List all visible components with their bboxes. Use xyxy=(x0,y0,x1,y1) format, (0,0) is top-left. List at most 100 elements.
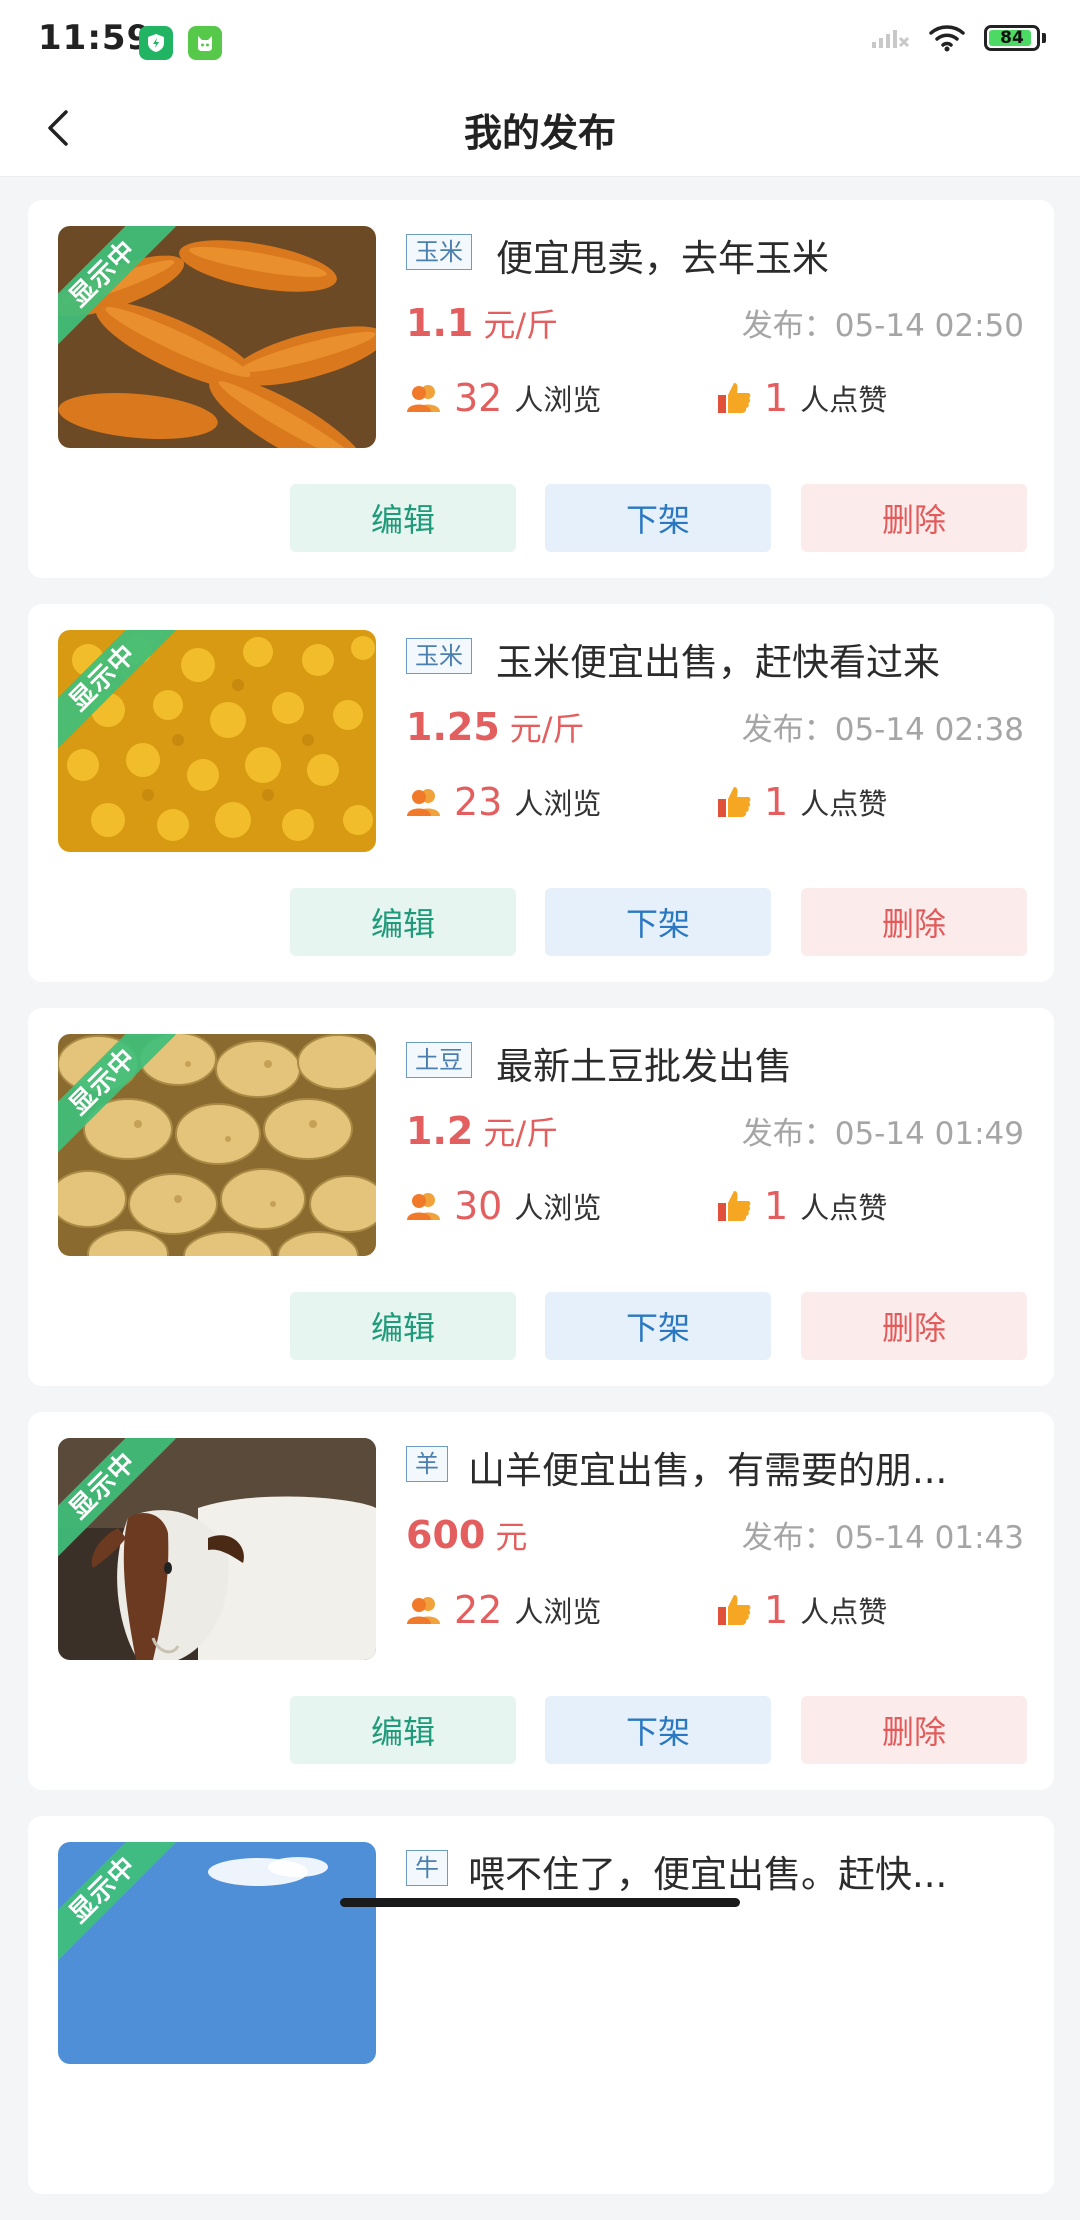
price-unit: 元/斤 xyxy=(509,710,585,748)
category-tag: 玉米 xyxy=(406,638,472,674)
listing-image-corn-ears: 显示中 xyxy=(58,226,376,448)
views-label: 人浏览 xyxy=(514,1595,602,1629)
views-count: 32 xyxy=(454,376,503,420)
listing-price: 1.1 元/斤 xyxy=(406,300,558,346)
listing-title: 山羊便宜出售，有需要的朋... xyxy=(468,1449,948,1492)
listing-card[interactable]: 显示中 玉米 便宜甩卖，去年玉米 1.1 元/斤 发布：05-14 02:50 3… xyxy=(28,200,1054,578)
people-icon xyxy=(407,789,440,816)
price-unit: 元 xyxy=(495,1518,528,1556)
publish-time: 发布：05-14 01:49 xyxy=(742,1108,1024,1153)
take-down-button[interactable]: 下架 xyxy=(545,484,771,552)
publish-prefix: 发布： xyxy=(741,1520,835,1556)
likes-count: 1 xyxy=(764,1184,789,1228)
listing-list: 显示中 玉米 便宜甩卖，去年玉米 1.1 元/斤 发布：05-14 02:50 3… xyxy=(28,200,1054,2220)
publish-time-value: 05-14 02:50 xyxy=(834,308,1024,344)
listing-price: 600 元 xyxy=(406,1512,527,1558)
battery-level: 84 xyxy=(1000,28,1024,48)
listing-card[interactable]: 显示中 羊 山羊便宜出售，有需要的朋... 600 元 发布：05-14 01:4… xyxy=(28,1412,1054,1790)
likes-count: 1 xyxy=(764,1588,789,1632)
listing-price: 1.25 元/斤 xyxy=(406,704,585,750)
nav-header: 我的发布 xyxy=(0,80,1080,177)
views-label: 人浏览 xyxy=(514,787,602,821)
category-tag: 玉米 xyxy=(406,234,472,270)
price-value: 600 xyxy=(406,1513,486,1557)
signal-icon xyxy=(872,30,910,48)
views-stat: 30 人浏览 xyxy=(406,1184,601,1228)
views-count: 23 xyxy=(454,780,503,824)
category-tag: 土豆 xyxy=(406,1042,472,1078)
price-unit: 元/斤 xyxy=(483,306,559,344)
likes-count: 1 xyxy=(764,376,789,420)
publish-prefix: 发布： xyxy=(741,308,835,344)
likes-label: 人点赞 xyxy=(800,1595,888,1629)
take-down-button[interactable]: 下架 xyxy=(545,1696,771,1764)
views-label: 人浏览 xyxy=(514,1191,602,1225)
views-stat: 22 人浏览 xyxy=(406,1588,601,1632)
listing-title: 便宜甩卖，去年玉米 xyxy=(496,237,829,280)
likes-label: 人点赞 xyxy=(800,1191,888,1225)
wifi-icon xyxy=(929,25,965,52)
delete-button[interactable]: 删除 xyxy=(801,1696,1027,1764)
people-icon xyxy=(407,385,440,412)
likes-stat: 1 人点赞 xyxy=(716,1184,887,1228)
likes-count: 1 xyxy=(764,780,789,824)
publish-time: 发布：05-14 02:50 xyxy=(742,300,1024,345)
views-count: 30 xyxy=(454,1184,503,1228)
cat-app-icon xyxy=(188,26,222,60)
likes-label: 人点赞 xyxy=(800,383,888,417)
shield-app-icon xyxy=(139,26,173,60)
likes-stat: 1 人点赞 xyxy=(716,376,887,420)
thumbs-up-icon xyxy=(718,1191,751,1221)
price-value: 1.2 xyxy=(406,1109,474,1153)
edit-button[interactable]: 编辑 xyxy=(290,484,516,552)
views-stat: 23 人浏览 xyxy=(406,780,601,824)
listing-card[interactable]: 显示中 牛 喂不住了，便宜出售。赶快... xyxy=(28,1816,1054,2194)
category-tag: 羊 xyxy=(406,1446,448,1482)
views-label: 人浏览 xyxy=(514,383,602,417)
edit-button[interactable]: 编辑 xyxy=(290,1696,516,1764)
publish-prefix: 发布： xyxy=(741,1116,835,1152)
publish-time: 发布：05-14 01:43 xyxy=(742,1512,1024,1557)
category-tag: 牛 xyxy=(406,1850,448,1886)
views-count: 22 xyxy=(454,1588,503,1632)
home-indicator[interactable] xyxy=(340,1898,740,1907)
edit-button[interactable]: 编辑 xyxy=(290,1292,516,1360)
listing-image-corn-pile: 显示中 xyxy=(58,630,376,852)
take-down-button[interactable]: 下架 xyxy=(545,888,771,956)
listing-image-sky: 显示中 xyxy=(58,1842,376,2064)
views-stat: 32 人浏览 xyxy=(406,376,601,420)
edit-button[interactable]: 编辑 xyxy=(290,888,516,956)
status-time: 11:59 xyxy=(38,18,152,58)
publish-time: 发布：05-14 02:38 xyxy=(742,704,1024,749)
listing-card[interactable]: 显示中 玉米 玉米便宜出售，赶快看过来 1.25 元/斤 发布：05-14 02:… xyxy=(28,604,1054,982)
listing-price: 1.2 元/斤 xyxy=(406,1108,558,1154)
listing-card[interactable]: 显示中 土豆 最新土豆批发出售 1.2 元/斤 发布：05-14 01:49 30… xyxy=(28,1008,1054,1386)
people-icon xyxy=(407,1597,440,1624)
publish-time-value: 05-14 01:43 xyxy=(834,1520,1024,1556)
thumbs-up-icon xyxy=(718,383,751,413)
people-icon xyxy=(407,1193,440,1220)
delete-button[interactable]: 删除 xyxy=(801,484,1027,552)
likes-label: 人点赞 xyxy=(800,787,888,821)
price-unit: 元/斤 xyxy=(483,1114,559,1152)
likes-stat: 1 人点赞 xyxy=(716,780,887,824)
thumbs-up-icon xyxy=(718,787,751,817)
delete-button[interactable]: 删除 xyxy=(801,1292,1027,1360)
listing-title: 玉米便宜出售，赶快看过来 xyxy=(496,641,940,684)
price-value: 1.25 xyxy=(406,705,500,749)
battery-icon: 84 xyxy=(984,25,1040,51)
publish-time-value: 05-14 02:38 xyxy=(834,712,1024,748)
listing-image-goat: 显示中 xyxy=(58,1438,376,1660)
listing-title: 最新土豆批发出售 xyxy=(496,1045,792,1088)
likes-stat: 1 人点赞 xyxy=(716,1588,887,1632)
listing-image-potatoes: 显示中 xyxy=(58,1034,376,1256)
thumbs-up-icon xyxy=(718,1595,751,1625)
status-bar: 11:59 84 xyxy=(0,0,1080,80)
price-value: 1.1 xyxy=(406,301,474,345)
listing-title: 喂不住了，便宜出售。赶快... xyxy=(468,1853,948,1896)
publish-time-value: 05-14 01:49 xyxy=(834,1116,1024,1152)
take-down-button[interactable]: 下架 xyxy=(545,1292,771,1360)
page-title: 我的发布 xyxy=(463,111,616,155)
publish-prefix: 发布： xyxy=(741,712,835,748)
delete-button[interactable]: 删除 xyxy=(801,888,1027,956)
